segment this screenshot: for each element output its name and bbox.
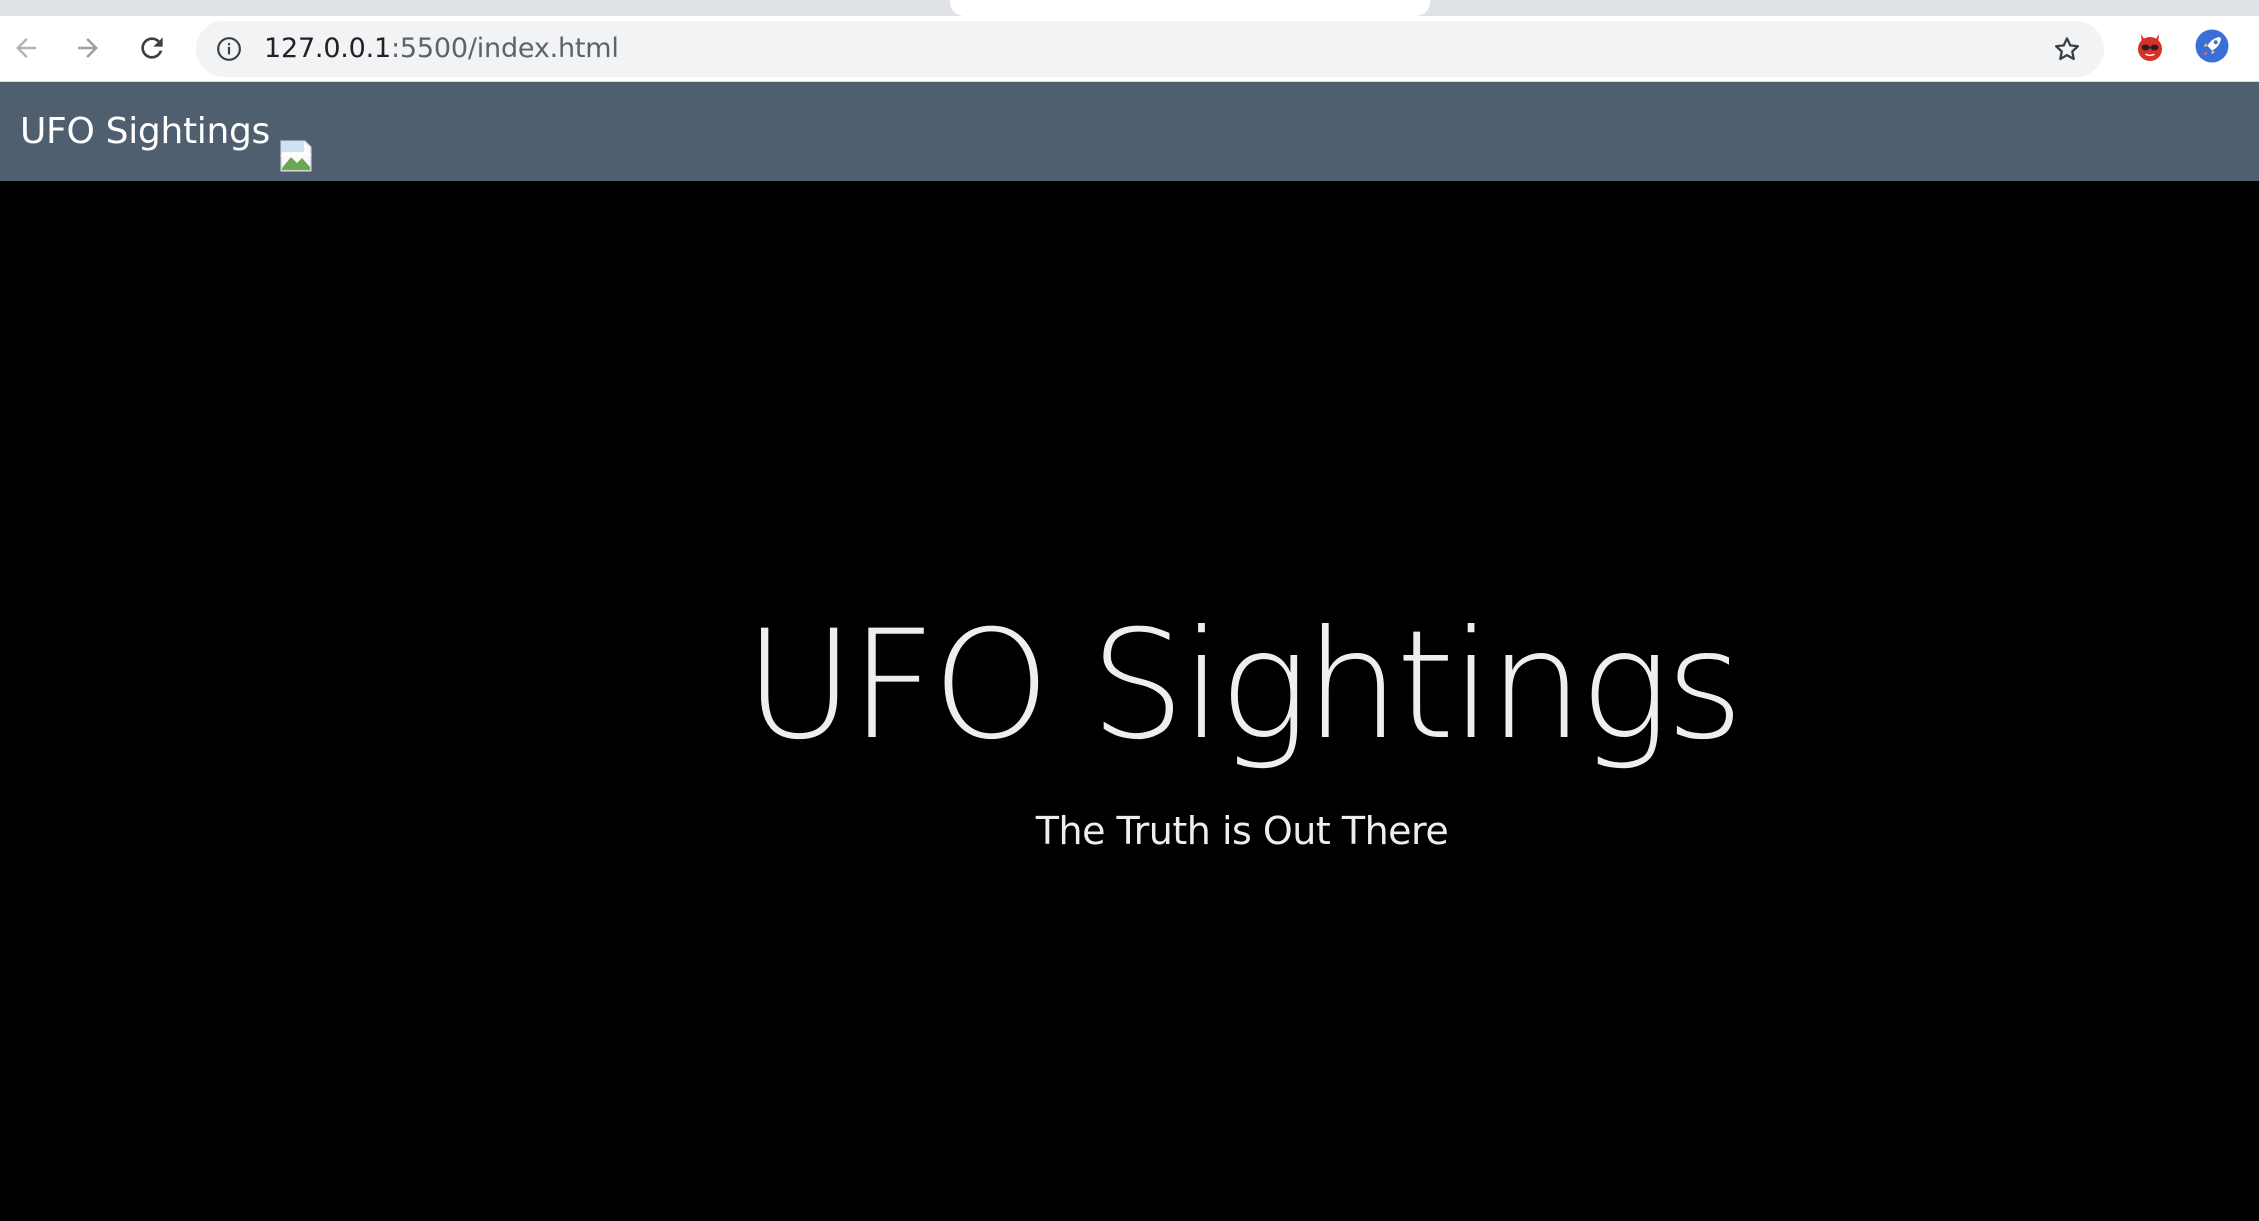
hero-section: UFO Sightings The Truth is Out There: [0, 181, 2259, 1221]
tab-strip: [0, 0, 2259, 16]
back-button[interactable]: [4, 26, 48, 70]
url-text[interactable]: 127.0.0.1:5500/index.html: [264, 21, 619, 77]
address-bar[interactable]: 127.0.0.1:5500/index.html: [196, 21, 2104, 77]
browser-toolbar: 127.0.0.1:5500/index.html: [0, 16, 2259, 82]
site-info-icon[interactable]: [216, 36, 242, 62]
rocket-extension-button[interactable]: [2190, 24, 2234, 68]
devil-extension-icon: [2138, 34, 2162, 61]
reload-button[interactable]: [130, 26, 174, 70]
url-path: :5500/index.html: [391, 33, 619, 64]
active-tab[interactable]: [950, 0, 1430, 16]
site-navbar: UFO Sightings: [0, 82, 2259, 181]
hero-subtitle: The Truth is Out There: [1035, 809, 1449, 853]
back-arrow-icon: [16, 38, 36, 58]
navbar-brand[interactable]: UFO Sightings: [20, 82, 270, 181]
forward-arrow-icon: [78, 38, 98, 58]
broken-image-icon: [280, 140, 312, 172]
bookmark-star-icon[interactable]: [2052, 34, 2082, 64]
hero-title: UFO Sightings: [744, 599, 1744, 773]
url-host: 127.0.0.1: [264, 33, 392, 64]
forward-button[interactable]: [66, 26, 110, 70]
rocket-extension-icon: [2195, 29, 2229, 63]
reload-icon: [141, 37, 163, 59]
devil-extension-button[interactable]: [2128, 24, 2172, 68]
